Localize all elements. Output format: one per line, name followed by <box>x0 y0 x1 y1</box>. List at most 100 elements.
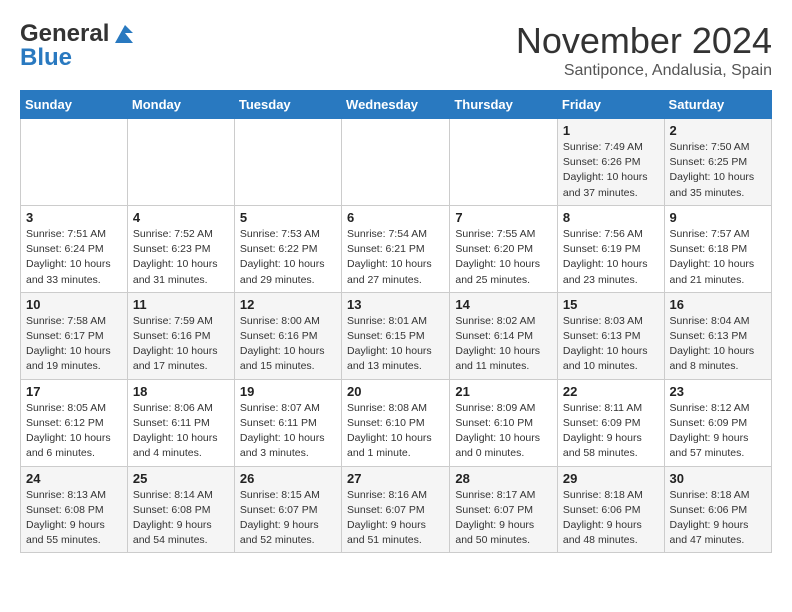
day-info: Sunrise: 8:11 AMSunset: 6:09 PMDaylight:… <box>563 401 659 462</box>
day-number: 12 <box>240 297 336 312</box>
calendar-cell: 27 Sunrise: 8:16 AMSunset: 6:07 PMDayligh… <box>342 466 450 553</box>
day-number: 14 <box>455 297 552 312</box>
day-info: Sunrise: 8:06 AMSunset: 6:11 PMDaylight:… <box>133 401 229 462</box>
weekday-header-friday: Friday <box>557 91 664 119</box>
week-row-4: 24 Sunrise: 8:13 AMSunset: 6:08 PMDayligh… <box>21 466 772 553</box>
day-info: Sunrise: 8:13 AMSunset: 6:08 PMDaylight:… <box>26 488 122 549</box>
calendar-cell: 26 Sunrise: 8:15 AMSunset: 6:07 PMDayligh… <box>234 466 341 553</box>
calendar-cell: 6 Sunrise: 7:54 AMSunset: 6:21 PMDaylight… <box>342 205 450 292</box>
calendar-cell: 11 Sunrise: 7:59 AMSunset: 6:16 PMDayligh… <box>127 292 234 379</box>
calendar-cell: 3 Sunrise: 7:51 AMSunset: 6:24 PMDaylight… <box>21 205 128 292</box>
day-number: 26 <box>240 471 336 486</box>
day-number: 30 <box>670 471 766 486</box>
month-title: November 2024 <box>516 20 772 62</box>
calendar-cell: 13 Sunrise: 8:01 AMSunset: 6:15 PMDayligh… <box>342 292 450 379</box>
day-info: Sunrise: 8:15 AMSunset: 6:07 PMDaylight:… <box>240 488 336 549</box>
day-info: Sunrise: 7:57 AMSunset: 6:18 PMDaylight:… <box>670 227 766 288</box>
day-info: Sunrise: 8:12 AMSunset: 6:09 PMDaylight:… <box>670 401 766 462</box>
day-number: 6 <box>347 210 444 225</box>
day-info: Sunrise: 8:17 AMSunset: 6:07 PMDaylight:… <box>455 488 552 549</box>
day-number: 9 <box>670 210 766 225</box>
calendar-cell <box>234 119 341 206</box>
day-number: 10 <box>26 297 122 312</box>
calendar-cell <box>450 119 558 206</box>
calendar-cell: 17 Sunrise: 8:05 AMSunset: 6:12 PMDayligh… <box>21 379 128 466</box>
day-info: Sunrise: 8:03 AMSunset: 6:13 PMDaylight:… <box>563 314 659 375</box>
day-number: 4 <box>133 210 229 225</box>
calendar-cell: 8 Sunrise: 7:56 AMSunset: 6:19 PMDaylight… <box>557 205 664 292</box>
day-info: Sunrise: 8:05 AMSunset: 6:12 PMDaylight:… <box>26 401 122 462</box>
day-number: 7 <box>455 210 552 225</box>
calendar-cell <box>342 119 450 206</box>
day-info: Sunrise: 8:00 AMSunset: 6:16 PMDaylight:… <box>240 314 336 375</box>
day-info: Sunrise: 7:54 AMSunset: 6:21 PMDaylight:… <box>347 227 444 288</box>
day-info: Sunrise: 8:01 AMSunset: 6:15 PMDaylight:… <box>347 314 444 375</box>
day-info: Sunrise: 8:18 AMSunset: 6:06 PMDaylight:… <box>670 488 766 549</box>
day-number: 18 <box>133 384 229 399</box>
day-number: 25 <box>133 471 229 486</box>
logo-icon <box>111 25 133 43</box>
day-number: 20 <box>347 384 444 399</box>
calendar-cell: 25Sunrise: 8:14 AMSunset: 6:08 PMDayligh… <box>127 466 234 553</box>
calendar-cell: 16 Sunrise: 8:04 AMSunset: 6:13 PMDayligh… <box>664 292 771 379</box>
day-info: Sunrise: 7:51 AMSunset: 6:24 PMDaylight:… <box>26 227 122 288</box>
calendar-cell: 28 Sunrise: 8:17 AMSunset: 6:07 PMDayligh… <box>450 466 558 553</box>
week-row-0: 1Sunrise: 7:49 AMSunset: 6:26 PMDaylight… <box>21 119 772 206</box>
day-number: 2 <box>670 123 766 138</box>
day-number: 27 <box>347 471 444 486</box>
day-number: 13 <box>347 297 444 312</box>
calendar-cell: 4 Sunrise: 7:52 AMSunset: 6:23 PMDaylight… <box>127 205 234 292</box>
calendar-cell: 19 Sunrise: 8:07 AMSunset: 6:11 PMDayligh… <box>234 379 341 466</box>
calendar-cell: 10Sunrise: 7:58 AMSunset: 6:17 PMDayligh… <box>21 292 128 379</box>
day-info: Sunrise: 7:53 AMSunset: 6:22 PMDaylight:… <box>240 227 336 288</box>
day-info: Sunrise: 7:52 AMSunset: 6:23 PMDaylight:… <box>133 227 229 288</box>
day-number: 29 <box>563 471 659 486</box>
day-info: Sunrise: 8:07 AMSunset: 6:11 PMDaylight:… <box>240 401 336 462</box>
logo: General Blue <box>20 20 133 72</box>
day-info: Sunrise: 7:55 AMSunset: 6:20 PMDaylight:… <box>455 227 552 288</box>
weekday-header-monday: Monday <box>127 91 234 119</box>
calendar-cell: 9 Sunrise: 7:57 AMSunset: 6:18 PMDaylight… <box>664 205 771 292</box>
day-info: Sunrise: 7:59 AMSunset: 6:16 PMDaylight:… <box>133 314 229 375</box>
day-number: 5 <box>240 210 336 225</box>
day-number: 19 <box>240 384 336 399</box>
calendar-cell: 30 Sunrise: 8:18 AMSunset: 6:06 PMDayligh… <box>664 466 771 553</box>
day-info: Sunrise: 8:04 AMSunset: 6:13 PMDaylight:… <box>670 314 766 375</box>
logo-blue: Blue <box>20 44 72 72</box>
day-info: Sunrise: 8:09 AMSunset: 6:10 PMDaylight:… <box>455 401 552 462</box>
header-area: General Blue November 2024 Santiponce, A… <box>20 20 772 80</box>
day-number: 17 <box>26 384 122 399</box>
day-number: 28 <box>455 471 552 486</box>
weekday-header-row: SundayMondayTuesdayWednesdayThursdayFrid… <box>21 91 772 119</box>
calendar-cell: 24 Sunrise: 8:13 AMSunset: 6:08 PMDayligh… <box>21 466 128 553</box>
day-number: 16 <box>670 297 766 312</box>
weekday-header-tuesday: Tuesday <box>234 91 341 119</box>
calendar-cell: 12 Sunrise: 8:00 AMSunset: 6:16 PMDayligh… <box>234 292 341 379</box>
day-number: 1 <box>563 123 659 138</box>
day-number: 3 <box>26 210 122 225</box>
day-info: Sunrise: 8:16 AMSunset: 6:07 PMDaylight:… <box>347 488 444 549</box>
day-number: 8 <box>563 210 659 225</box>
calendar-cell: 21Sunrise: 8:09 AMSunset: 6:10 PMDayligh… <box>450 379 558 466</box>
day-info: Sunrise: 8:18 AMSunset: 6:06 PMDaylight:… <box>563 488 659 549</box>
location-title: Santiponce, Andalusia, Spain <box>516 62 772 80</box>
weekday-header-thursday: Thursday <box>450 91 558 119</box>
day-number: 24 <box>26 471 122 486</box>
calendar-cell <box>127 119 234 206</box>
weekday-header-sunday: Sunday <box>21 91 128 119</box>
day-number: 11 <box>133 297 229 312</box>
calendar-cell: 14Sunrise: 8:02 AMSunset: 6:14 PMDayligh… <box>450 292 558 379</box>
week-row-1: 3 Sunrise: 7:51 AMSunset: 6:24 PMDaylight… <box>21 205 772 292</box>
calendar-cell: 5 Sunrise: 7:53 AMSunset: 6:22 PMDaylight… <box>234 205 341 292</box>
day-number: 23 <box>670 384 766 399</box>
calendar-cell: 7 Sunrise: 7:55 AMSunset: 6:20 PMDaylight… <box>450 205 558 292</box>
day-number: 15 <box>563 297 659 312</box>
weekday-header-wednesday: Wednesday <box>342 91 450 119</box>
day-info: Sunrise: 7:56 AMSunset: 6:19 PMDaylight:… <box>563 227 659 288</box>
calendar-cell: 1Sunrise: 7:49 AMSunset: 6:26 PMDaylight… <box>557 119 664 206</box>
calendar-cell <box>21 119 128 206</box>
week-row-3: 17 Sunrise: 8:05 AMSunset: 6:12 PMDayligh… <box>21 379 772 466</box>
calendar-cell: 18 Sunrise: 8:06 AMSunset: 6:11 PMDayligh… <box>127 379 234 466</box>
calendar-cell: 22Sunrise: 8:11 AMSunset: 6:09 PMDayligh… <box>557 379 664 466</box>
calendar-cell: 29 Sunrise: 8:18 AMSunset: 6:06 PMDayligh… <box>557 466 664 553</box>
